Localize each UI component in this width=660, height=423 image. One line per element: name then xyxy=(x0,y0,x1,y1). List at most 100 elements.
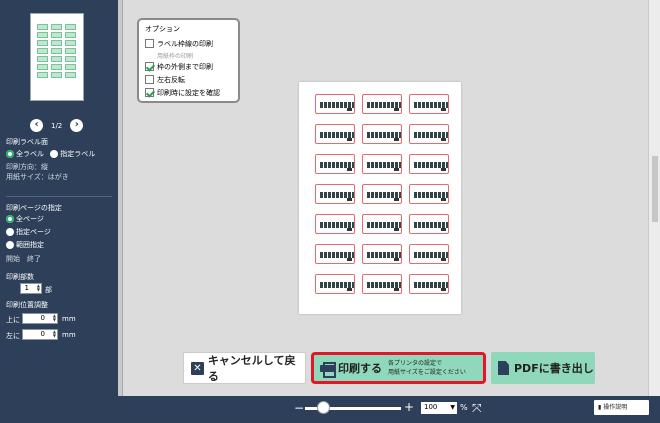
address-label xyxy=(409,214,449,234)
address-label xyxy=(362,184,402,204)
fit-to-window-icon[interactable]: ⤧ xyxy=(472,401,482,416)
copies-unit: 部 xyxy=(45,286,52,294)
all-pages-radio[interactable] xyxy=(6,215,14,223)
vertical-scrollbar[interactable] xyxy=(648,0,660,396)
paper-size: 用紙サイズ：はがき xyxy=(6,173,69,181)
address-label xyxy=(362,214,402,234)
address-label xyxy=(362,154,402,174)
scrollbar-thumb[interactable] xyxy=(652,156,658,222)
honorific-mark xyxy=(441,228,446,231)
top-offset-stepper[interactable]: 0 ▲ ▼ xyxy=(22,313,58,324)
printer-icon xyxy=(320,361,336,378)
position-heading: 印刷位置調整 xyxy=(6,301,48,309)
zoom-out-icon[interactable]: − xyxy=(294,401,304,415)
option-in-frame: 用紙枠の印刷 xyxy=(145,50,232,60)
honorific-mark xyxy=(441,258,446,261)
top-offset-value: 0 xyxy=(40,314,45,322)
honorific-mark xyxy=(347,288,352,291)
honorific-mark xyxy=(441,108,446,111)
pdf-export-button[interactable]: PDFに書き出し xyxy=(491,352,595,384)
all-labels-label: 全ラベル xyxy=(16,150,44,158)
address-label xyxy=(315,124,355,144)
pdf-export-label: PDFに書き出し xyxy=(514,362,594,375)
option-confirm-settings[interactable]: 印刷時に設定を確認 xyxy=(145,86,232,99)
zoom-value: 100 xyxy=(424,403,438,411)
print-note: 各プリンタの設定で用紙サイズをご設定ください xyxy=(388,359,466,377)
range-radio[interactable] xyxy=(6,241,14,249)
confirm-settings-checkbox[interactable] xyxy=(145,88,154,97)
divider xyxy=(6,196,112,197)
options-title: オプション xyxy=(145,25,180,33)
honorific-mark xyxy=(347,168,352,171)
zoom-in-icon[interactable]: + xyxy=(404,400,414,414)
honorific-mark xyxy=(394,168,399,171)
mirror-label: 左右反転 xyxy=(157,75,185,84)
left-offset-value: 0 xyxy=(40,330,45,338)
option-label-frame[interactable]: ラベル枠線の印刷 xyxy=(145,37,232,50)
address-label xyxy=(315,184,355,204)
print-note-line1: 各プリンタの設定で xyxy=(388,360,443,367)
copies-value: 1 xyxy=(24,284,29,292)
page-thumbnail[interactable] xyxy=(30,13,84,101)
address-label xyxy=(315,154,355,174)
honorific-mark xyxy=(347,258,352,261)
start-end-label: 開始 終了 xyxy=(6,255,41,263)
range-label: 範囲指定 xyxy=(16,241,44,249)
zoom-slider-handle[interactable] xyxy=(317,401,330,414)
print-note-line2: 用紙サイズをご設定ください xyxy=(388,369,466,376)
address-label xyxy=(409,124,449,144)
confirm-settings-label: 印刷時に設定を確認 xyxy=(157,88,220,97)
honorific-mark xyxy=(441,288,446,291)
prev-page-icon[interactable]: ‹ xyxy=(30,119,43,132)
print-label: 印刷する xyxy=(338,362,382,375)
print-outside-checkbox[interactable] xyxy=(145,62,154,71)
left-offset-stepper[interactable]: 0 ▲ ▼ xyxy=(22,329,58,340)
zoom-unit: % xyxy=(460,403,468,412)
print-direction: 印刷方向：縦 xyxy=(6,163,48,171)
selected-labels-label: 指定ラベル xyxy=(60,150,96,158)
address-label xyxy=(409,274,449,294)
print-label-heading: 印刷ラベル面 xyxy=(6,138,48,146)
address-label xyxy=(315,94,355,114)
help-button[interactable]: ▮ 操作説明 xyxy=(594,400,649,415)
all-labels-radio[interactable] xyxy=(6,150,14,158)
label-frame-label: ラベル枠線の印刷 xyxy=(157,39,213,48)
address-label xyxy=(315,274,355,294)
option-print-outside[interactable]: 枠の外側まで印刷 xyxy=(145,60,232,73)
honorific-mark xyxy=(394,138,399,141)
page-indicator: 1/2 xyxy=(51,121,63,130)
honorific-mark xyxy=(347,138,352,141)
honorific-mark xyxy=(441,138,446,141)
copies-heading: 印刷部数 xyxy=(6,273,34,281)
specified-page-label: 指定ページ xyxy=(16,228,51,236)
address-label xyxy=(362,124,402,144)
mirror-checkbox[interactable] xyxy=(145,75,154,84)
honorific-mark xyxy=(394,258,399,261)
top-offset-unit: mm xyxy=(62,315,76,323)
page-spec-heading: 印刷ページの指定 xyxy=(6,204,62,212)
honorific-mark xyxy=(347,108,352,111)
address-label xyxy=(362,244,402,264)
honorific-mark xyxy=(347,198,352,201)
options-panel: オプション ラベル枠線の印刷 用紙枠の印刷 枠の外側まで印刷 左右反転 印刷時に… xyxy=(137,18,240,103)
chevron-down-icon: ▼ xyxy=(450,404,455,411)
copies-stepper[interactable]: 1 ▲ ▼ xyxy=(20,283,42,294)
print-outside-label: 枠の外側まで印刷 xyxy=(157,62,213,71)
honorific-mark xyxy=(394,198,399,201)
honorific-mark xyxy=(394,288,399,291)
in-frame-label: 用紙枠の印刷 xyxy=(157,52,194,60)
sidebar: ‹ 1/2 › 印刷ラベル面 全ラベル 指定ラベル 印刷方向：縦 用紙サイズ：は… xyxy=(0,0,118,423)
address-label xyxy=(362,94,402,114)
specified-page-radio[interactable] xyxy=(6,228,14,236)
option-mirror[interactable]: 左右反転 xyxy=(145,73,232,86)
cancel-button[interactable]: ✕ キャンセルして戻る xyxy=(183,352,306,384)
next-page-icon[interactable]: › xyxy=(70,119,84,132)
zoom-select[interactable]: 100 ▼ xyxy=(421,402,457,414)
honorific-mark xyxy=(441,198,446,201)
selected-labels-radio[interactable] xyxy=(50,150,59,158)
address-label xyxy=(409,244,449,264)
address-label xyxy=(409,94,449,114)
label-frame-checkbox[interactable] xyxy=(145,39,154,48)
print-button[interactable]: 印刷する 各プリンタの設定で用紙サイズをご設定ください xyxy=(311,352,486,384)
address-label xyxy=(315,244,355,264)
